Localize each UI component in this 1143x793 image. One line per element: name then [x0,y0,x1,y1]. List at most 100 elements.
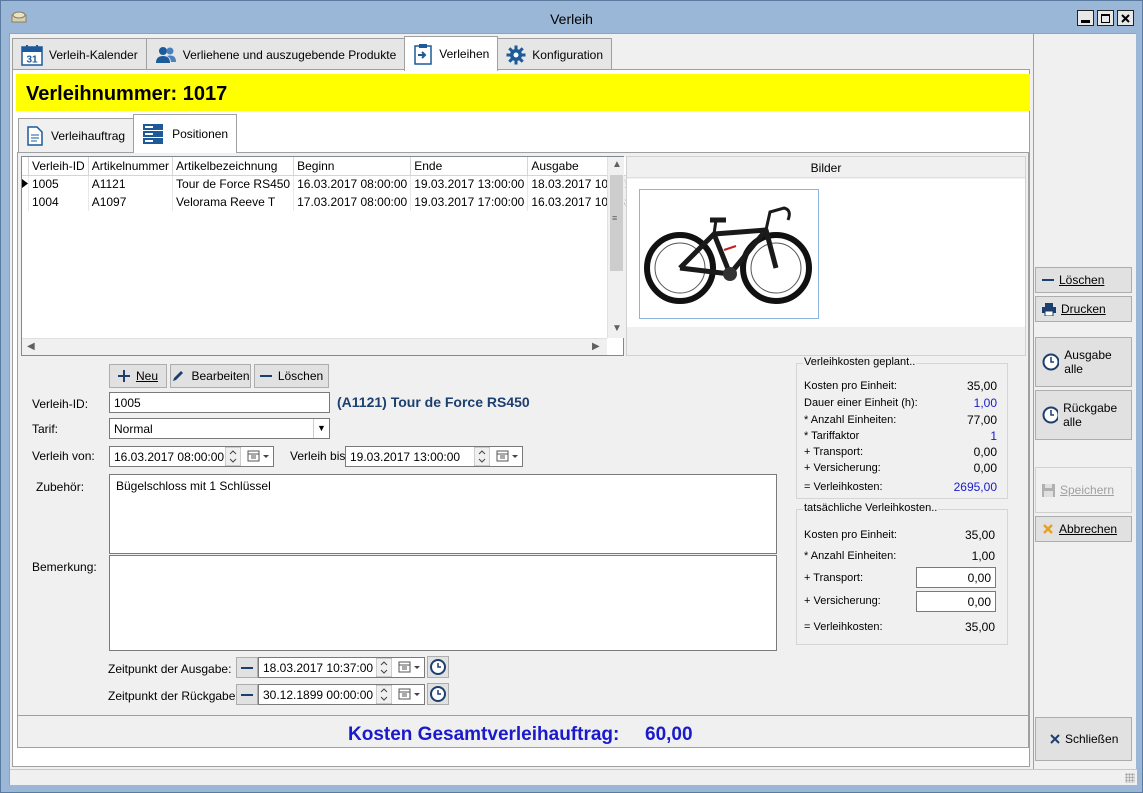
delete-position-button[interactable]: Löschen [254,364,329,388]
ausgabe-field[interactable]: 18.03.2017 10:37:00 [258,657,425,678]
minus-icon [241,693,253,696]
bemerkung-textarea[interactable] [109,555,777,651]
verleih-id-field[interactable]: 1005 [109,392,330,413]
set-rueckgabe-now-button[interactable] [427,683,449,705]
planned-cost-label: * Tariffaktor [804,430,860,442]
button-label: Speichern [1060,483,1115,497]
tab-label: Verleihen [439,47,490,61]
total-bar: Kosten Gesamtverleihauftrag: 60,00 [18,715,1028,747]
users-icon [155,46,176,63]
save-button[interactable]: Speichern [1035,467,1132,513]
planned-total-value: 2695,00 [953,480,997,494]
close-icon [1050,734,1060,744]
rueckgabe-field[interactable]: 30.12.1899 00:00:00 [258,684,425,705]
tab-label: Verleih-Kalender [49,47,138,62]
server-icon [143,124,164,144]
zubehoer-textarea[interactable]: Bügelschloss mit 1 Schlüssel [109,474,777,554]
column-header[interactable]: Verleih-ID [28,157,89,176]
subtab-positionen[interactable]: Positionen [133,114,238,153]
planned-cost-value: 0,00 [973,445,997,459]
spin-buttons-icon[interactable] [474,447,490,466]
maximize-button[interactable] [1097,10,1114,26]
tab-verliehene-produkte[interactable]: Verliehene und auszugebende Produkte [145,38,406,70]
button-label: Löschen [1059,273,1105,287]
clipboard-arrow-icon [414,44,432,65]
row-pointer-icon [22,179,28,189]
actual-total-value: 35,00 [964,620,995,634]
spin-buttons-icon[interactable] [376,685,392,704]
calendar-dropdown-icon[interactable] [245,447,273,466]
subtab-label: Verleihauftrag [51,128,126,143]
planned-cost-value: 35,00 [966,379,997,393]
vertical-scrollbar[interactable]: ▲ ≡ ▼ [607,157,624,338]
calendar-dropdown-icon[interactable] [494,447,522,466]
planned-cost-label: + Versicherung: [804,462,881,474]
calendar-dropdown-icon[interactable] [396,658,424,677]
table-cell: 16.03.2017 08:00:00 [293,175,412,193]
printer-icon [1042,302,1056,316]
print-button[interactable]: Drucken [1035,296,1132,322]
cancel-button[interactable]: Abbrechen [1035,516,1132,542]
tarif-value: Normal [114,422,153,436]
close-button[interactable]: Schließen [1035,717,1132,761]
main-tabs: 31 Verleih-Kalender Verliehene und auszu… [12,36,613,71]
tab-verleihen[interactable]: Verleihen [404,36,499,71]
document-icon [27,125,43,146]
spin-buttons-icon[interactable] [376,658,392,677]
table-cell: 1004 [28,193,89,211]
table-row[interactable]: 1004 A1097 Velorama Reeve T 17.03.2017 0… [22,193,646,211]
table-row[interactable]: 1005 A1121 Tour de Force RS450 16.03.201… [22,175,646,193]
scrollbar-thumb[interactable] [610,175,623,271]
edit-position-button[interactable]: Bearbeiten [170,364,251,388]
tab-verleih-kalender[interactable]: 31 Verleih-Kalender [12,38,147,70]
verleih-von-field[interactable]: 16.03.2017 08:00:00 [109,446,274,467]
minimize-button[interactable] [1077,10,1094,26]
table-cell: Velorama Reeve T [172,193,295,211]
tarif-select[interactable]: Normal ▼ [109,418,330,439]
rueckgabe-value: 30.12.1899 00:00:00 [263,688,374,702]
actual-cost-label: + Transport: [804,572,864,584]
scroll-down-icon[interactable]: ▼ [612,323,622,334]
delete-button[interactable]: Löschen [1035,267,1132,293]
total-value: 60,00 [645,724,693,745]
new-position-button[interactable]: Neu [109,364,167,388]
close-icon [1121,13,1130,23]
close-window-button[interactable] [1117,10,1134,26]
scroll-left-icon[interactable]: ◀ [27,341,35,352]
column-header[interactable]: Beginn [293,157,412,176]
bike-thumbnail[interactable] [639,189,819,319]
scroll-right-icon[interactable]: ▶ [592,341,600,352]
issue-all-button[interactable]: Ausgabe alle [1035,337,1132,387]
verleih-von-label: Verleih von: [32,449,95,463]
clear-rueckgabe-button[interactable] [236,684,258,705]
table-cell: 17.03.2017 08:00:00 [293,193,412,211]
minimize-icon [1081,19,1090,23]
grip-icon: ≡ [612,213,618,223]
versicherung-input[interactable]: 0,00 [916,591,996,612]
clear-ausgabe-button[interactable] [236,657,258,678]
table-cell: 19.03.2017 13:00:00 [410,175,529,193]
clock-icon [1042,353,1060,371]
resize-grip-icon[interactable] [1125,773,1135,783]
verleih-bis-field[interactable]: 19.03.2017 13:00:00 [345,446,523,467]
bemerkung-label: Bemerkung: [32,560,97,574]
horizontal-scrollbar[interactable]: ◀ ▶ [22,338,607,355]
set-ausgabe-now-button[interactable] [427,656,449,678]
column-header[interactable]: Artikelnummer [88,157,174,176]
column-header[interactable]: Ende [410,157,529,176]
scroll-up-icon[interactable]: ▲ [612,159,622,170]
return-all-button[interactable]: Rückgabe alle [1035,390,1132,440]
tab-konfiguration[interactable]: Konfiguration [497,38,613,70]
positionen-panel: Verleih-ID Artikelnummer Artikelbezeichn… [17,152,1029,748]
window-title: Verleih [550,11,593,27]
positions-grid[interactable]: Verleih-ID Artikelnummer Artikelbezeichn… [21,156,646,356]
clock-icon [430,659,446,675]
pencil-icon [173,371,184,381]
transport-input[interactable]: 0,00 [916,567,996,588]
spin-buttons-icon[interactable] [225,447,241,466]
bicycle-image [640,190,818,318]
column-header[interactable]: Artikelbezeichnung [172,157,295,176]
planned-cost-value: 0,00 [973,461,997,475]
subtab-verleihauftrag[interactable]: Verleihauftrag [18,118,135,152]
calendar-dropdown-icon[interactable] [396,685,424,704]
